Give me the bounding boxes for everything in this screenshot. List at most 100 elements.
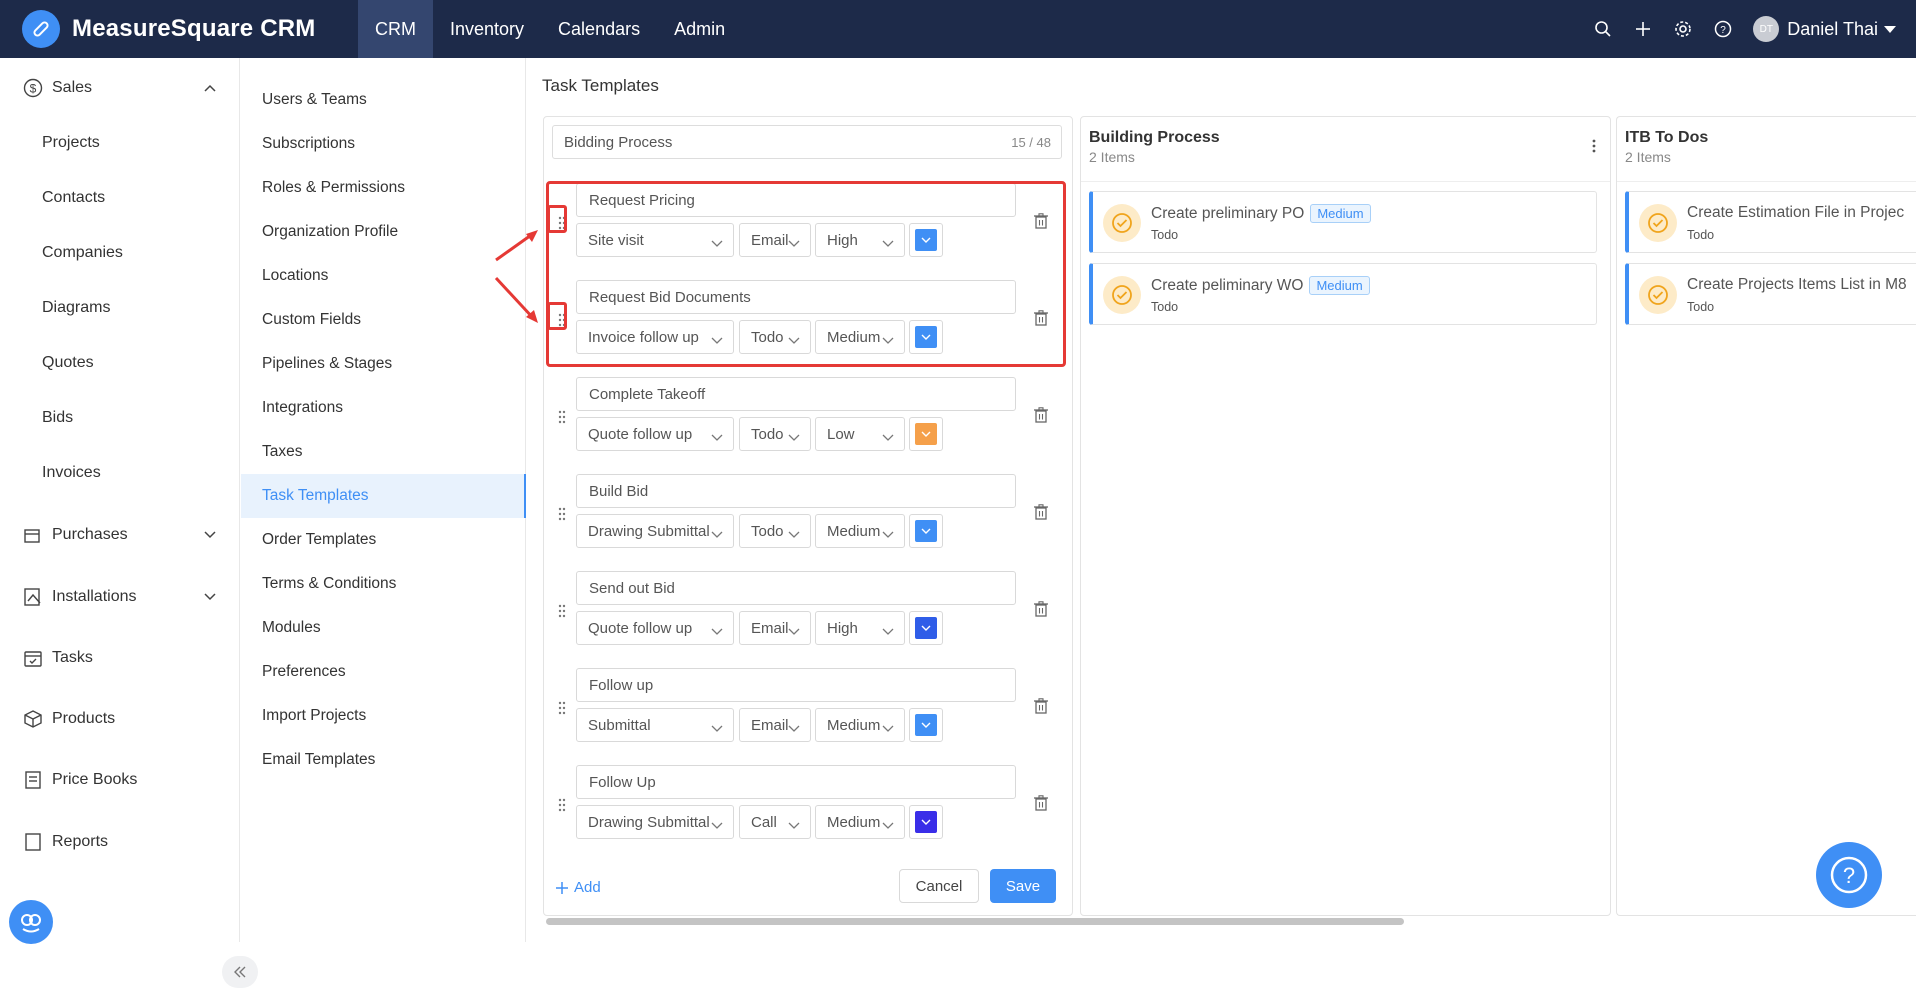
chevron-down-icon [788,429,800,446]
sidebar-item-invoices[interactable]: Invoices [0,453,240,493]
task-priority-select[interactable]: Medium [815,514,905,548]
task-priority-select[interactable]: Medium [815,805,905,839]
chevron-down-icon [882,429,894,446]
task-type-select[interactable]: Submittal [576,708,734,742]
settings-item-integrations[interactable]: Integrations [241,386,526,430]
task-type-select[interactable]: Quote follow up [576,417,734,451]
settings-item-subscriptions[interactable]: Subscriptions [241,122,526,166]
task-action-select[interactable]: Email [739,708,811,742]
settings-item-organization-profile[interactable]: Organization Profile [241,210,526,254]
settings-item-roles-permissions[interactable]: Roles & Permissions [241,166,526,210]
nav-crm[interactable]: CRM [358,0,433,58]
task-action-select[interactable]: Call [739,805,811,839]
trash-icon[interactable] [1034,407,1050,425]
settings-item-users-teams[interactable]: Users & Teams [241,78,526,122]
task-card[interactable]: Create Projects Items List in M8 Todo [1625,263,1916,325]
sidebar-item-reports[interactable]: Reports [0,822,240,862]
trash-icon[interactable] [1034,698,1050,716]
task-priority-select[interactable]: High [815,611,905,645]
help-fab-icon[interactable]: ? [1816,842,1882,908]
settings-item-order-templates[interactable]: Order Templates [241,518,526,562]
divider [1617,181,1916,182]
sidebar-item-bids[interactable]: Bids [0,398,240,438]
cube-icon [22,708,44,730]
task-type-select[interactable]: Drawing Submittal [576,514,734,548]
sidebar-item-companies[interactable]: Companies [0,233,240,273]
settings-item-custom-fields[interactable]: Custom Fields [241,298,526,342]
task-name-input[interactable]: Send out Bid [576,571,1016,605]
task-card[interactable]: Create peliminary WO Medium Todo [1089,263,1597,325]
sidebar-item-label: Reports [52,833,109,850]
drag-handle-icon[interactable] [556,603,568,619]
settings-item-terms-conditions[interactable]: Terms & Conditions [241,562,526,606]
drag-handle-icon[interactable] [556,506,568,522]
help-icon[interactable]: ? [1713,19,1733,39]
task-color-picker[interactable] [909,514,943,548]
task-type-select[interactable]: Drawing Submittal [576,805,734,839]
sidebar-item-tasks[interactable]: Tasks [0,638,240,678]
task-color-picker[interactable] [909,708,943,742]
cancel-button[interactable]: Cancel [899,869,979,903]
sidebar-item-purchases[interactable]: Purchases [0,515,240,555]
gear-icon[interactable] [1673,19,1693,39]
template-name-input[interactable]: Bidding Process 15 / 48 [552,125,1062,159]
settings-item-taxes[interactable]: Taxes [241,430,526,474]
nav-inventory[interactable]: Inventory [433,0,541,58]
template-editor: Bidding Process 15 / 48 Request Pricing S… [543,116,1073,916]
drag-handle-icon[interactable] [556,797,568,813]
sidebar-item-projects[interactable]: Projects [0,123,240,163]
trash-icon[interactable] [1034,601,1050,619]
card-title: Create Projects Items List in M8 [1687,276,1907,293]
sidebar-item-products[interactable]: Products [0,699,240,739]
search-icon[interactable] [1593,19,1613,39]
nav-calendars[interactable]: Calendars [541,0,657,58]
horizontal-scrollbar[interactable] [546,918,1404,925]
task-color-picker[interactable] [909,417,943,451]
sidebar-item-installations[interactable]: Installations [0,577,240,617]
collapse-sidebar-button[interactable] [222,956,258,988]
sidebar-item-quotes[interactable]: Quotes [0,343,240,383]
task-color-picker[interactable] [909,611,943,645]
kebab-menu-icon[interactable] [1592,139,1596,158]
assistant-bubble-icon[interactable] [9,900,53,944]
user-menu[interactable]: DT Daniel Thai [1753,16,1896,42]
settings-item-preferences[interactable]: Preferences [241,650,526,694]
task-priority-select[interactable]: Medium [815,708,905,742]
nav-admin[interactable]: Admin [657,0,742,58]
task-type-select[interactable]: Quote follow up [576,611,734,645]
drag-handle-icon[interactable] [556,700,568,716]
task-name-input[interactable]: Follow up [576,668,1016,702]
task-name-input[interactable]: Build Bid [576,474,1016,508]
trash-icon[interactable] [1034,504,1050,522]
chevron-down-icon [204,528,218,542]
settings-item-locations[interactable]: Locations [241,254,526,298]
settings-item-email-templates[interactable]: Email Templates [241,738,526,782]
task-priority-value: Medium [827,716,881,734]
settings-item-task-templates[interactable]: Task Templates [241,474,526,518]
task-name-input[interactable]: Complete Takeoff [576,377,1016,411]
drag-handle-icon[interactable] [556,409,568,425]
task-card[interactable]: Create Estimation File in Projec Todo [1625,191,1916,253]
task-action-select[interactable]: Email [739,611,811,645]
settings-item-modules[interactable]: Modules [241,606,526,650]
task-type-value: Quote follow up [588,619,693,637]
settings-item-pipelines-stages[interactable]: Pipelines & Stages [241,342,526,386]
sidebar-item-contacts[interactable]: Contacts [0,178,240,218]
task-priority-select[interactable]: Low [815,417,905,451]
sidebar-item-price-books[interactable]: Price Books [0,760,240,800]
sidebar-item-sales[interactable]: $ Sales [0,68,240,108]
trash-icon[interactable] [1034,795,1050,813]
task-action-select[interactable]: Todo [739,417,811,451]
task-card[interactable]: Create preliminary PO Medium Todo [1089,191,1597,253]
color-chip [915,520,937,542]
app-logo[interactable]: MeasureSquare CRM [0,0,358,58]
settings-item-import-projects[interactable]: Import Projects [241,694,526,738]
sidebar-item-diagrams[interactable]: Diagrams [0,288,240,328]
save-button[interactable]: Save [990,869,1056,903]
sidebar-item-label: Purchases [52,526,128,543]
task-name-input[interactable]: Follow Up [576,765,1016,799]
add-task-button[interactable]: Add [556,879,601,896]
task-color-picker[interactable] [909,805,943,839]
plus-icon[interactable] [1633,19,1653,39]
task-action-select[interactable]: Todo [739,514,811,548]
